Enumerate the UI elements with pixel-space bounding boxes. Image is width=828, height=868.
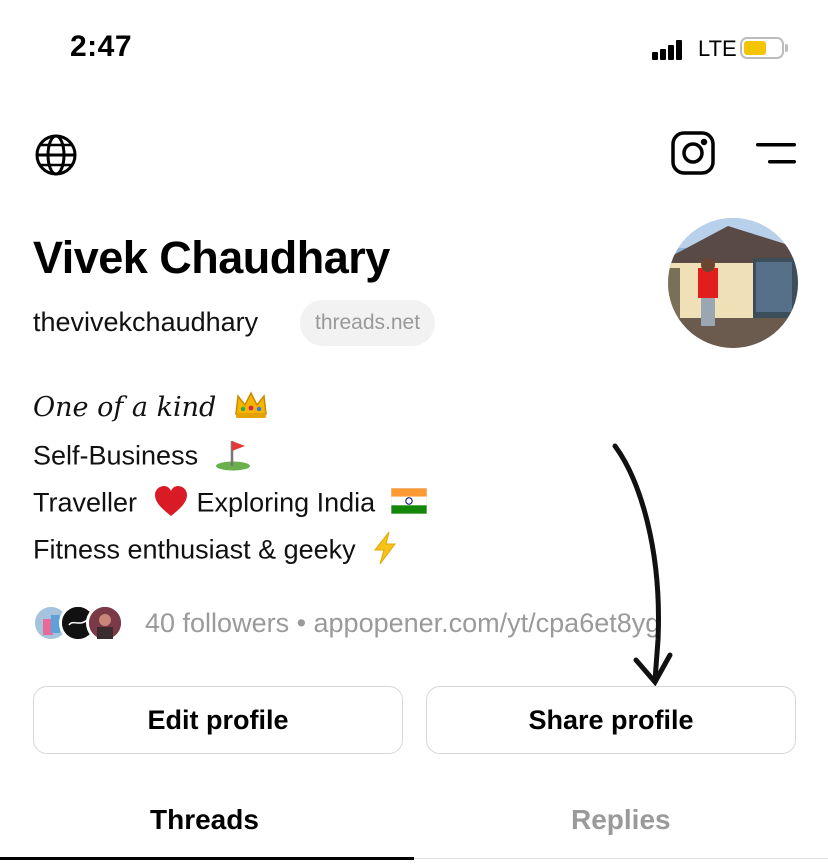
profile-name: Vivek Chaudhary xyxy=(33,232,390,283)
follower-avatar xyxy=(86,604,124,642)
share-profile-button[interactable]: Share profile xyxy=(426,686,796,754)
bio-line-1: One of a kind xyxy=(33,390,269,427)
bio-line-3: Traveller Exploring India xyxy=(33,484,428,525)
followers-link[interactable]: 40 followers • appopener.com/yt/cpa6et8y… xyxy=(145,608,660,639)
profile-handle: thevivekchaudhary xyxy=(33,307,259,337)
bio-line-4: Fitness enthusiast & geeky xyxy=(33,531,399,572)
golf-flag-icon xyxy=(214,437,252,478)
red-heart-icon xyxy=(153,484,189,525)
india-flag-icon xyxy=(390,487,428,521)
annotation-arrow xyxy=(600,440,680,690)
menu-icon[interactable] xyxy=(754,140,798,168)
tab-divider xyxy=(414,858,828,859)
lightning-icon xyxy=(371,531,399,572)
network-label: LTE xyxy=(698,36,737,61)
status-time: 2:47 xyxy=(70,30,133,63)
active-tab-indicator xyxy=(0,857,414,860)
profile-avatar[interactable] xyxy=(668,218,798,348)
edit-profile-button[interactable]: Edit profile xyxy=(33,686,403,754)
battery-icon xyxy=(740,37,788,61)
instagram-icon[interactable] xyxy=(670,130,716,176)
crown-icon xyxy=(233,390,269,427)
tab-replies[interactable]: Replies xyxy=(571,804,671,836)
signal-icon xyxy=(652,40,686,60)
bio-line-2: Self-Business xyxy=(33,437,252,478)
globe-icon[interactable] xyxy=(33,132,79,178)
domain-badge[interactable]: threads.net xyxy=(300,300,436,346)
tab-threads[interactable]: Threads xyxy=(150,804,259,836)
